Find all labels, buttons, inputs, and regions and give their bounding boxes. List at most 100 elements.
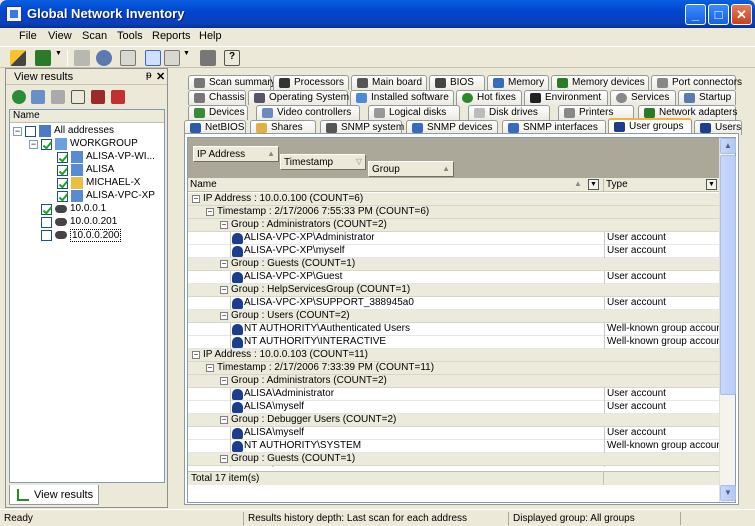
minimize-button[interactable]: _	[685, 4, 706, 25]
group-by-timestamp[interactable]: Timestamp ▽	[280, 154, 366, 170]
scan-wizard-icon[interactable]	[10, 50, 26, 66]
group-row[interactable]: − Group : Administrators (COUNT=2)	[188, 219, 719, 232]
scroll-down-button[interactable]: ▼	[720, 485, 736, 501]
tab-environment[interactable]: Environment	[524, 90, 608, 105]
checkbox[interactable]	[25, 126, 36, 137]
menu-tools[interactable]: Tools	[117, 30, 143, 42]
layout-icon[interactable]	[145, 50, 161, 66]
table-row[interactable]: ALISA-VPC-XP\SUPPORT_388945a0 User accoun…	[188, 297, 719, 310]
tab-disk-drives[interactable]: Disk drives	[468, 105, 550, 120]
group-by-group[interactable]: Group ▲	[368, 161, 454, 177]
expander-icon[interactable]: −	[13, 127, 22, 136]
tree-node-device[interactable]: 10.0.0.1	[10, 203, 160, 216]
collapse-icon[interactable]: −	[220, 312, 228, 320]
collapse-icon[interactable]: −	[192, 351, 200, 359]
table-row[interactable]: ALISA\myself User account	[188, 427, 719, 440]
report-icon[interactable]	[164, 50, 180, 66]
checkbox[interactable]	[41, 217, 52, 228]
group-row[interactable]: − Group : Administrators (COUNT=2)	[188, 375, 719, 388]
pin-icon[interactable]: ᵽ	[146, 70, 152, 81]
collapse-icon[interactable]: −	[192, 195, 200, 203]
close-button[interactable]: ✕	[731, 4, 752, 25]
checkbox[interactable]	[41, 204, 52, 215]
table-row[interactable]: ALISA\GuestUser account	[188, 466, 719, 467]
view-icon[interactable]	[71, 90, 85, 104]
tab-startup[interactable]: Startup	[678, 90, 736, 105]
group-row[interactable]: − Timestamp : 2/17/2006 7:55:33 PM (COUNT…	[188, 206, 719, 219]
tab-logical-disks[interactable]: Logical disks	[368, 105, 460, 120]
group-row[interactable]: − Group : Guests (COUNT=1)	[188, 258, 719, 271]
maximize-button[interactable]: □	[708, 4, 729, 25]
tab-video-controllers[interactable]: Video controllers	[256, 105, 360, 120]
column-type[interactable]: Type	[603, 179, 628, 192]
tab-memory-devices[interactable]: Memory devices	[551, 75, 649, 90]
tree-node-all-addresses[interactable]: − All addresses	[10, 125, 160, 138]
name-filter-dropdown-icon[interactable]: ▼	[588, 179, 599, 190]
collapse-icon[interactable]: −	[220, 286, 228, 294]
group-row[interactable]: − Group : Guests (COUNT=1)	[188, 453, 719, 466]
collapse-icon[interactable]: −	[220, 221, 228, 229]
checkbox[interactable]	[41, 139, 52, 150]
print-icon[interactable]	[200, 50, 216, 66]
collapse-icon[interactable]: −	[206, 208, 214, 216]
group-row[interactable]: − Group : Debugger Users (COUNT=2)	[188, 414, 719, 427]
tab-hot-fixes[interactable]: Hot fixes	[456, 90, 522, 105]
tab-memory[interactable]: Memory	[487, 75, 549, 90]
options-icon[interactable]	[96, 50, 112, 66]
table-row[interactable]: NT AUTHORITY\INTERACTIVE Well-known group…	[188, 336, 719, 349]
collapse-icon[interactable]: −	[220, 260, 228, 268]
menu-scan[interactable]: Scan	[82, 30, 107, 42]
table-row[interactable]: NT AUTHORITY\SYSTEM Well-known group acco…	[188, 440, 719, 453]
menu-view[interactable]: View	[48, 30, 72, 42]
stop-icon[interactable]	[74, 50, 90, 66]
group-row[interactable]: − Group : HelpServicesGroup (COUNT=1)	[188, 284, 719, 297]
menu-help[interactable]: Help	[199, 30, 222, 42]
table-row[interactable]: ALISA-VPC-XP\Guest User account	[188, 271, 719, 284]
tree-node-computer[interactable]: ALISA	[10, 164, 160, 177]
tab-devices[interactable]: Devices	[188, 105, 248, 120]
tab-main-board[interactable]: Main board	[351, 75, 427, 90]
scan-icon[interactable]	[35, 50, 51, 66]
table-row[interactable]: ALISA-VPC-XP\myself User account	[188, 245, 719, 258]
tree-node-computer[interactable]: ALISA-VP-WI...	[10, 151, 160, 164]
tree-column-header[interactable]: Name	[10, 110, 164, 123]
table-row[interactable]: ALISA\myself User account	[188, 401, 719, 414]
type-filter-dropdown-icon[interactable]: ▼	[706, 179, 717, 190]
menu-file[interactable]: File	[19, 30, 37, 42]
tree-node-computer[interactable]: MICHAEL-X	[10, 177, 160, 190]
table-row[interactable]: ALISA-VPC-XP\Administrator User account	[188, 232, 719, 245]
table-row[interactable]: ALISA\Administrator User account	[188, 388, 719, 401]
group-row[interactable]: − Timestamp : 2/17/2006 7:33:39 PM (COUNT…	[188, 362, 719, 375]
delete-icon[interactable]	[91, 90, 105, 104]
scroll-thumb[interactable]	[720, 155, 736, 395]
address-tree[interactable]: Name − All addresses − WORKGROUP ALISA-V…	[9, 109, 165, 483]
export-icon[interactable]	[120, 50, 136, 66]
group-by-ip-address[interactable]: IP Address ▲	[193, 146, 279, 162]
help-icon[interactable]: ?	[224, 50, 240, 66]
tree-node-device[interactable]: 10.0.0.200	[10, 229, 160, 242]
collapse-icon[interactable]: −	[220, 416, 228, 424]
checkbox[interactable]	[57, 165, 68, 176]
vertical-scrollbar[interactable]: ▲ ▼	[719, 138, 736, 502]
expander-icon[interactable]: −	[29, 140, 38, 149]
checkbox[interactable]	[41, 230, 52, 241]
filter-icon[interactable]	[51, 90, 65, 104]
tab-installed-software[interactable]: Installed software	[350, 90, 454, 105]
scan-dropdown-icon[interactable]: ▼	[55, 50, 63, 66]
checkbox[interactable]	[57, 178, 68, 189]
group-row[interactable]: − IP Address : 10.0.0.100 (COUNT=6)	[188, 193, 719, 206]
tab-port-connectors[interactable]: Port connectors	[651, 75, 742, 90]
column-name[interactable]: Name	[190, 179, 217, 190]
tab-services[interactable]: Services	[610, 90, 676, 105]
tab-chassis[interactable]: Chassis	[188, 90, 246, 105]
checkbox[interactable]	[57, 152, 68, 163]
refresh-icon[interactable]	[12, 90, 26, 104]
tab-processors[interactable]: Processors	[273, 75, 349, 90]
menu-reports[interactable]: Reports	[152, 30, 191, 42]
collapse-icon[interactable]: −	[206, 364, 214, 372]
delete-all-icon[interactable]	[111, 90, 125, 104]
report-dropdown-icon[interactable]: ▼	[183, 50, 191, 66]
checkbox[interactable]	[57, 191, 68, 202]
tree-node-computer[interactable]: ALISA-VPC-XP	[10, 190, 160, 203]
tree-node-workgroup[interactable]: − WORKGROUP	[10, 138, 160, 151]
